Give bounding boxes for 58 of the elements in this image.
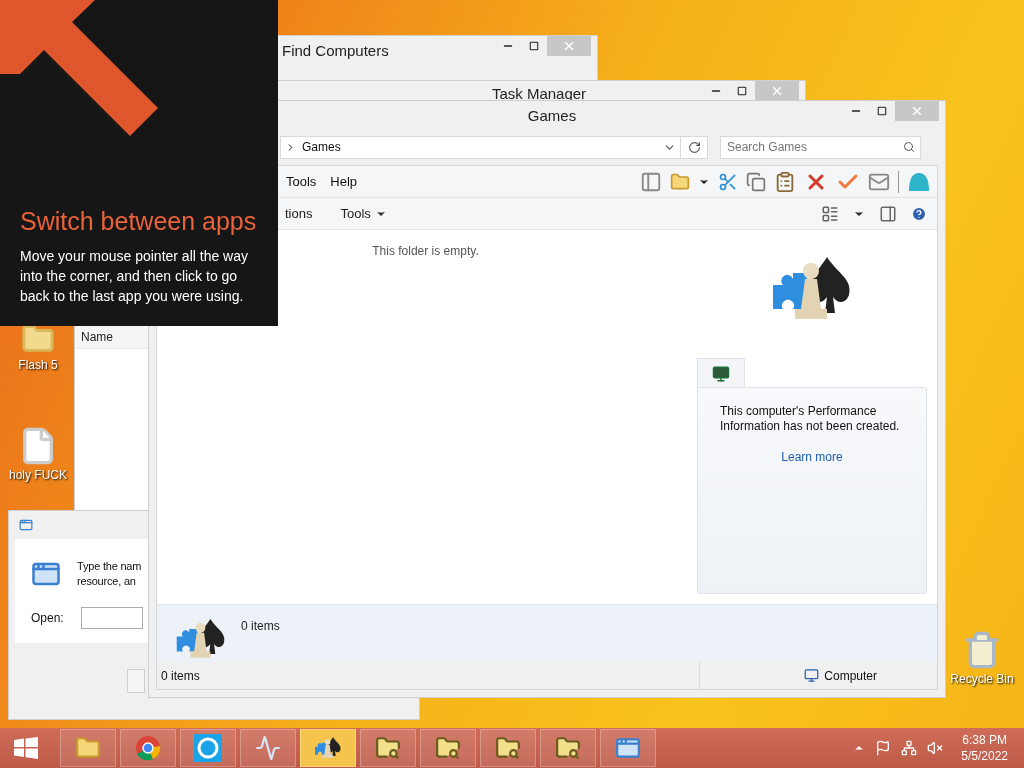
item-count: 0 items bbox=[241, 619, 280, 633]
browser-icon bbox=[135, 735, 161, 761]
folder-icon bbox=[75, 735, 101, 761]
preview-pane-icon[interactable] bbox=[879, 204, 897, 223]
status-zone: Computer bbox=[824, 668, 877, 683]
search-folder-icon bbox=[435, 735, 461, 761]
maximize-icon bbox=[529, 41, 539, 51]
maximize-icon bbox=[877, 106, 887, 116]
menu-item[interactable]: Help bbox=[323, 172, 365, 191]
close-icon bbox=[770, 84, 784, 98]
command-button[interactable]: Tools bbox=[336, 204, 391, 223]
taskbar-button[interactable] bbox=[300, 729, 356, 767]
search-icon[interactable] bbox=[903, 140, 915, 153]
muted-speaker-icon[interactable] bbox=[927, 740, 944, 756]
computer-icon bbox=[804, 668, 820, 683]
help-icon[interactable] bbox=[911, 205, 927, 222]
chat-app-icon bbox=[193, 733, 223, 763]
open-label: Open: bbox=[31, 611, 65, 625]
paste-icon[interactable] bbox=[774, 170, 796, 193]
window-title: Find Computers bbox=[282, 41, 389, 59]
folder-options-icon[interactable] bbox=[670, 171, 690, 192]
monitor-icon bbox=[712, 364, 730, 383]
performance-tab[interactable] bbox=[697, 358, 745, 388]
open-field[interactable] bbox=[81, 607, 143, 629]
performance-monitor-icon bbox=[255, 735, 281, 761]
window-title: Games bbox=[527, 106, 577, 124]
address-bar[interactable]: Games bbox=[280, 135, 681, 159]
command-button[interactable]: tions bbox=[281, 204, 317, 223]
status-count: 0 items bbox=[161, 668, 200, 683]
empty-folder-message: This folder is empty. bbox=[372, 244, 479, 260]
clock[interactable]: 6:38 PM 5/5/2022 bbox=[961, 732, 1008, 764]
search-folder-icon bbox=[375, 735, 401, 761]
refresh-icon bbox=[687, 140, 701, 154]
copy-icon[interactable] bbox=[746, 171, 766, 192]
cut-icon[interactable] bbox=[718, 171, 738, 192]
close-icon bbox=[910, 104, 924, 118]
window-icon bbox=[19, 518, 33, 532]
search-folder-icon bbox=[555, 735, 581, 761]
run-prompt: Type the nam resource, an bbox=[77, 559, 142, 589]
window-icon bbox=[615, 735, 641, 761]
network-icon[interactable] bbox=[901, 740, 918, 756]
tip-text: Move your mouse pointer all the way into the corner, and then click to go back to the last app you were using. bbox=[20, 247, 249, 306]
clock-date: 5/5/2022 bbox=[961, 748, 1008, 764]
view-icon[interactable] bbox=[821, 204, 839, 223]
flag-icon[interactable] bbox=[875, 740, 892, 756]
menu-item[interactable]: Tools bbox=[279, 172, 324, 191]
window-title: Task Manager bbox=[491, 85, 587, 102]
layout-icon[interactable] bbox=[640, 170, 662, 193]
search-field[interactable]: Search Games bbox=[720, 135, 921, 159]
close-icon bbox=[562, 39, 576, 53]
learn-more-link[interactable]: Learn more bbox=[781, 450, 843, 464]
search-folder-icon bbox=[495, 735, 521, 761]
maximize-icon bbox=[737, 86, 747, 96]
windows-icon bbox=[14, 737, 38, 759]
performance-text: This computer's Performance Information has not been created. bbox=[720, 404, 901, 434]
refresh-button[interactable] bbox=[681, 135, 708, 159]
tip-title: Switch between apps bbox=[20, 207, 258, 236]
clock-time: 6:38 PM bbox=[962, 732, 1007, 748]
